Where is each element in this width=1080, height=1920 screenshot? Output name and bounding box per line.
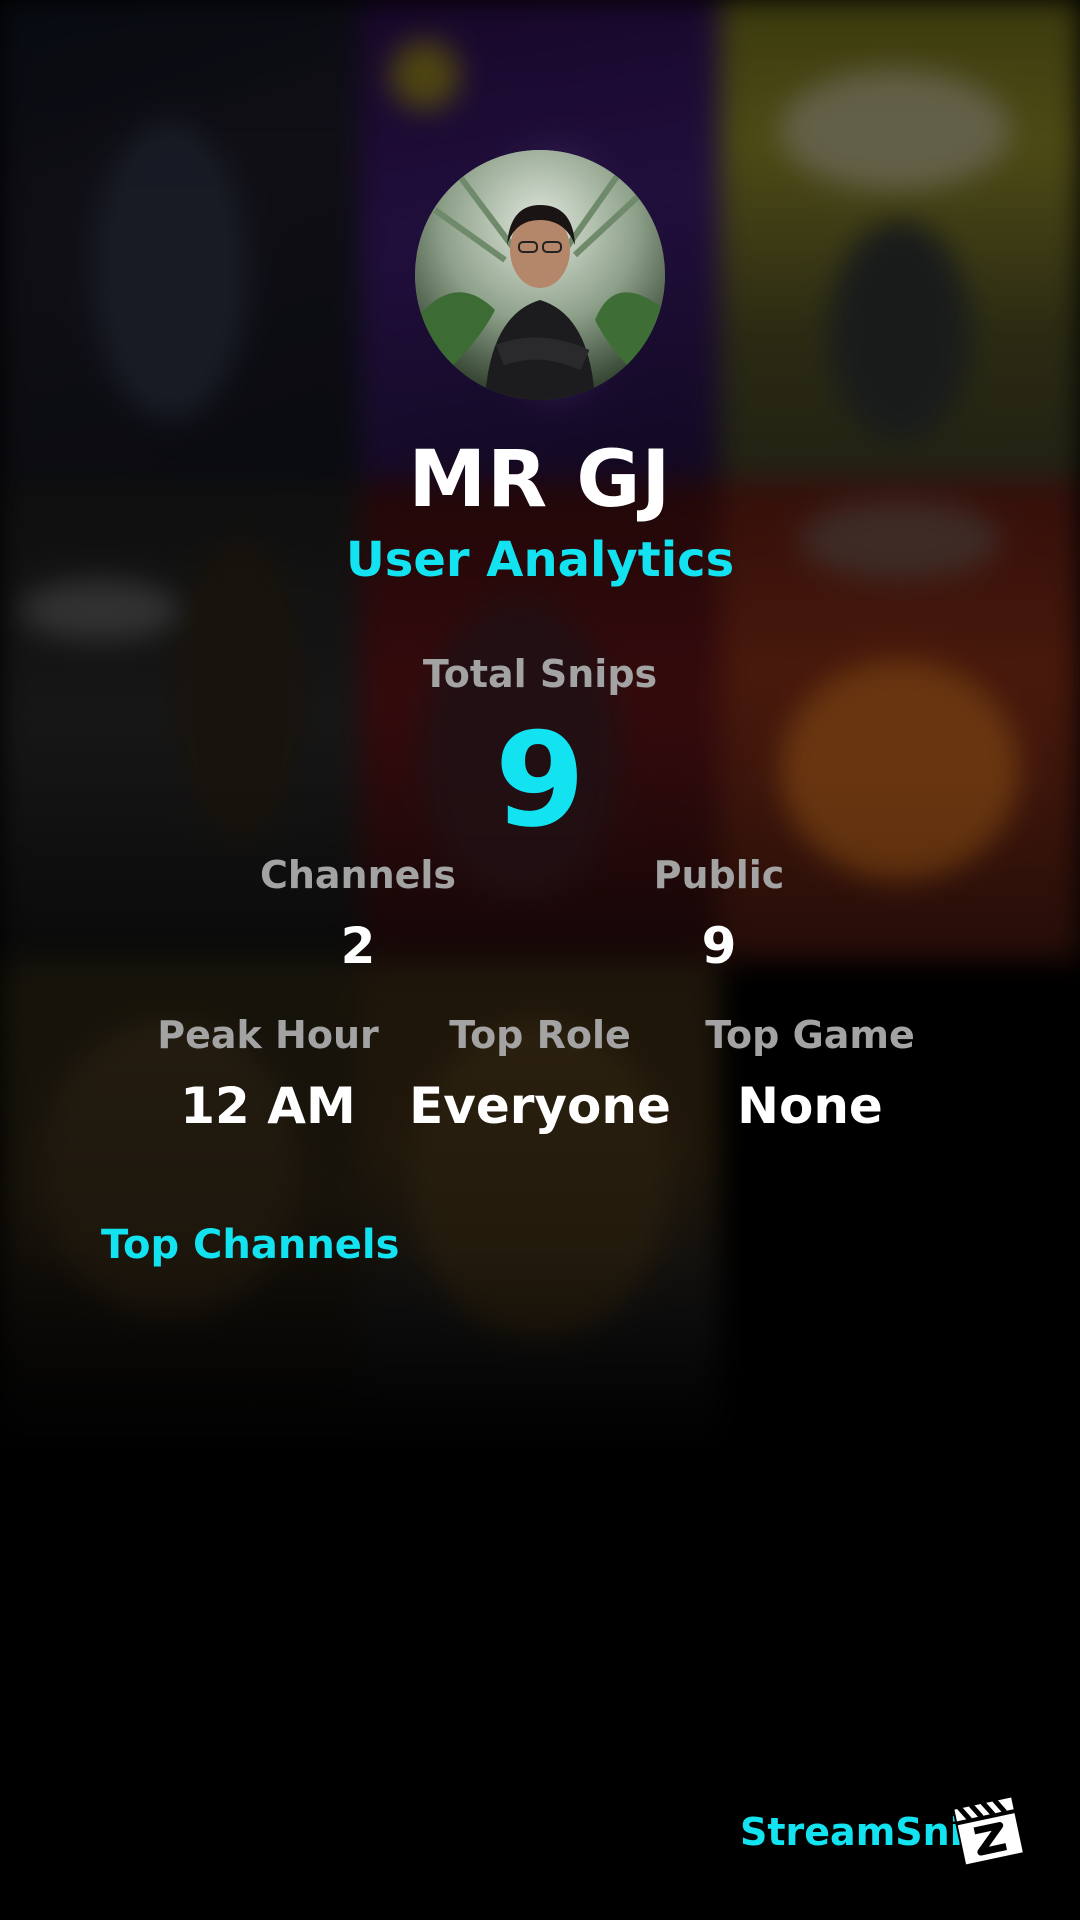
- top-channels-heading: Top Channels: [101, 1222, 400, 1268]
- analytics-card: MR GJ User Analytics Total Snips 9 Chann…: [0, 0, 1080, 1920]
- avatar: [415, 150, 665, 400]
- total-snips-label: Total Snips: [422, 652, 658, 696]
- public-stat: Public 9: [569, 853, 869, 975]
- top-role-label: Top Role: [449, 1013, 631, 1057]
- avatar-image: [415, 150, 665, 400]
- channels-stat: Channels 2: [208, 853, 508, 975]
- top-role-stat: Top Role Everyone: [390, 1013, 690, 1135]
- peak-hour-label: Peak Hour: [157, 1013, 379, 1057]
- public-label: Public: [653, 853, 785, 897]
- total-snips-value: 9: [494, 704, 586, 856]
- top-role-value: Everyone: [409, 1077, 671, 1135]
- peak-hour-stat: Peak Hour 12 AM: [118, 1013, 418, 1135]
- public-value: 9: [701, 917, 737, 975]
- top-game-stat: Top Game None: [660, 1013, 960, 1135]
- top-game-value: None: [737, 1077, 883, 1135]
- page-subtitle: User Analytics: [345, 532, 735, 588]
- peak-hour-value: 12 AM: [180, 1077, 356, 1135]
- channels-value: 2: [340, 917, 376, 975]
- channels-label: Channels: [259, 853, 457, 897]
- clapperboard-icon: [950, 1790, 1026, 1867]
- user-display-name: MR GJ: [408, 435, 672, 525]
- top-game-label: Top Game: [705, 1013, 915, 1057]
